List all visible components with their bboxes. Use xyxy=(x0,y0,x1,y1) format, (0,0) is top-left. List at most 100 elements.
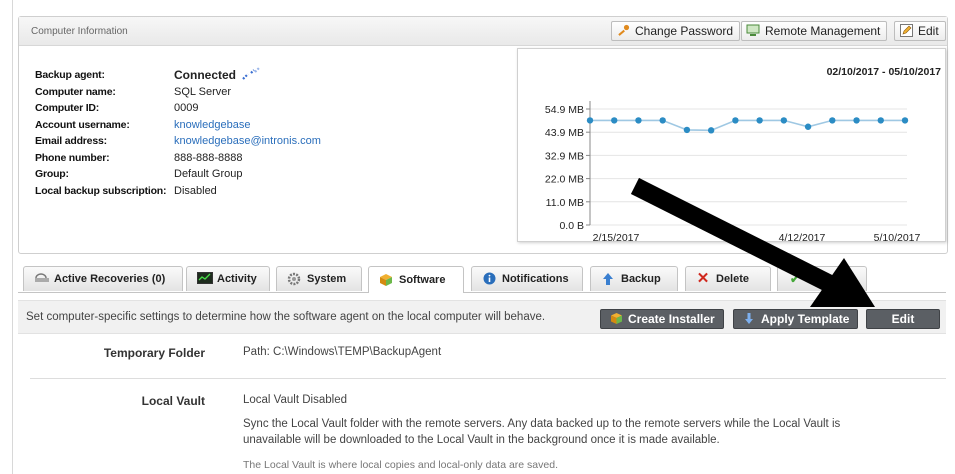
info-label: Account username: xyxy=(35,118,130,131)
chart-y-tick-label: 11.0 MB xyxy=(546,197,584,209)
edit-computer-button[interactable]: Edit xyxy=(894,21,946,41)
tab-label: Software xyxy=(399,274,446,286)
local-vault-desc-line2: unavailable will be downloaded to the Lo… xyxy=(243,434,720,446)
chart-data-point xyxy=(707,127,715,134)
chart-y-tick-label: 54.9 MB xyxy=(545,104,584,116)
tab-software[interactable]: Software xyxy=(368,266,464,293)
chart-data-point xyxy=(611,117,618,124)
tab-label: Delete xyxy=(716,273,750,285)
tab-label: System xyxy=(307,273,347,285)
remote-management-label: Remote Management xyxy=(765,24,881,38)
info-row-computer-id: Computer ID: 0009 xyxy=(35,100,321,117)
info-row-local-backup: Local backup subscription: Disabled xyxy=(35,183,321,200)
chart-data-point xyxy=(756,117,763,124)
info-label: Computer ID: xyxy=(35,102,100,115)
local-vault-status: Local Vault Disabled xyxy=(243,394,347,406)
tab-label: Notifications xyxy=(502,273,569,285)
delete-icon: ✕ xyxy=(696,270,710,287)
change-password-label: Change Password xyxy=(635,24,734,38)
storage-chart: 02/10/2017 - 05/10/2017 0.0 B 11.0 MB 22.0… xyxy=(517,48,946,242)
info-row-account-username: Account username: knowledgebase xyxy=(35,117,321,134)
tab-delete[interactable]: ✕ Delete xyxy=(685,266,771,291)
info-row-backup-agent: Backup agent: Connected xyxy=(35,66,321,84)
edit-software-label: Edit xyxy=(891,312,915,326)
chart-data-point xyxy=(635,117,642,124)
tab-label: Active Recoveries (0) xyxy=(54,273,166,285)
tab-underline xyxy=(18,292,946,293)
edit-label: Edit xyxy=(918,24,939,38)
local-vault-desc-line1: Sync the Local Vault folder with the rem… xyxy=(243,418,841,430)
edit-software-button[interactable]: Edit xyxy=(866,309,940,329)
temp-folder-label: Temporary Folder xyxy=(103,346,205,360)
remote-management-button[interactable]: Remote Management xyxy=(741,21,888,41)
phone-value: 888-888-8888 xyxy=(174,151,243,164)
computer-name-value: SQL Server xyxy=(174,85,232,98)
tab-label: Backup xyxy=(621,273,661,285)
apply-template-button[interactable]: Apply Template xyxy=(733,309,859,329)
chart-data-point xyxy=(683,126,691,134)
tab-activity[interactable]: Activity xyxy=(186,266,270,291)
info-row-group: Group: Default Group xyxy=(35,166,321,183)
chart-y-tick-label: 43.9 MB xyxy=(545,127,584,139)
up-arrow-icon xyxy=(601,272,615,286)
chart-x-tick-label: 5/10/2017 xyxy=(874,232,921,241)
chart-data-point xyxy=(877,117,884,124)
computer-icon xyxy=(746,24,760,38)
local-backup-value: Disabled xyxy=(174,184,217,197)
down-arrow-icon xyxy=(742,312,756,326)
info-label: Backup agent: xyxy=(35,69,105,82)
chart-data-point xyxy=(829,117,836,124)
info-label: Phone number: xyxy=(35,151,110,164)
tab-label: Activity xyxy=(217,273,257,285)
group-value: Default Group xyxy=(174,168,243,181)
chart-data-point xyxy=(901,117,909,124)
apply-template-label: Apply Template xyxy=(761,312,850,326)
temp-folder-value: Path: C:\Windows\TEMP\BackupAgent xyxy=(243,346,442,358)
card-header: Computer Information Change Password Rem… xyxy=(19,17,947,46)
computer-id-value: 0009 xyxy=(174,102,199,115)
chart-data-point xyxy=(804,123,812,130)
chart-data-point xyxy=(732,117,739,124)
chart-x-tick-label: 2/15/2017 xyxy=(593,232,640,241)
chart-y-tick-label: 22.0 MB xyxy=(545,174,584,186)
info-icon xyxy=(482,272,496,286)
computer-info-card: Computer Information Change Password Rem… xyxy=(18,16,948,254)
page-left-border xyxy=(12,0,13,474)
chart-y-tick-label: 0.0 B xyxy=(559,220,584,232)
local-vault-label: Local Vault xyxy=(141,394,205,408)
info-label: Computer name: xyxy=(35,85,116,98)
activity-icon xyxy=(197,272,213,286)
tab-notifications[interactable]: Notifications xyxy=(471,266,583,291)
chart-y-tick-label: 32.9 MB xyxy=(545,150,584,162)
connected-link-icon xyxy=(241,66,261,84)
card-title: Computer Information xyxy=(31,26,128,37)
section-divider xyxy=(30,378,946,379)
installer-icon xyxy=(609,312,623,326)
chart-data-point xyxy=(780,117,788,124)
info-label: Email address: xyxy=(35,135,107,148)
tab-active-recoveries[interactable]: Active Recoveries (0) xyxy=(23,266,183,291)
local-vault-note: The Local Vault is where local copies an… xyxy=(243,459,558,471)
tab-hidden[interactable]: ✔ xyxy=(777,266,867,291)
storage-chart-svg: 0.0 B 11.0 MB 22.0 MB 32.9 MB 43.9 MB 54.9 MB… xyxy=(545,101,921,241)
check-icon: ✔ xyxy=(789,272,801,286)
info-row-computer-name: Computer name: SQL Server xyxy=(35,84,321,101)
backup-agent-status: Connected xyxy=(174,68,237,83)
recoveries-icon xyxy=(34,272,49,286)
software-icon xyxy=(379,273,393,287)
info-row-email: Email address: knowledgebase@intronis.co… xyxy=(35,133,321,150)
tab-backup[interactable]: Backup xyxy=(590,266,678,291)
create-installer-label: Create Installer xyxy=(628,312,715,326)
email-link[interactable]: knowledgebase@intronis.com xyxy=(174,135,321,147)
change-password-button[interactable]: Change Password xyxy=(611,21,741,41)
info-label: Local backup subscription: xyxy=(35,184,167,197)
chart-data-point xyxy=(659,117,666,124)
tab-system[interactable]: System xyxy=(276,266,362,291)
info-label: Group: xyxy=(35,168,69,181)
chart-data-point xyxy=(853,117,860,124)
create-installer-button[interactable]: Create Installer xyxy=(600,309,724,329)
account-username-link[interactable]: knowledgebase xyxy=(174,119,250,131)
software-toolbar: Set computer-specific settings to determ… xyxy=(18,300,946,334)
software-description: Set computer-specific settings to determ… xyxy=(26,311,546,323)
pencil-icon xyxy=(899,24,913,38)
